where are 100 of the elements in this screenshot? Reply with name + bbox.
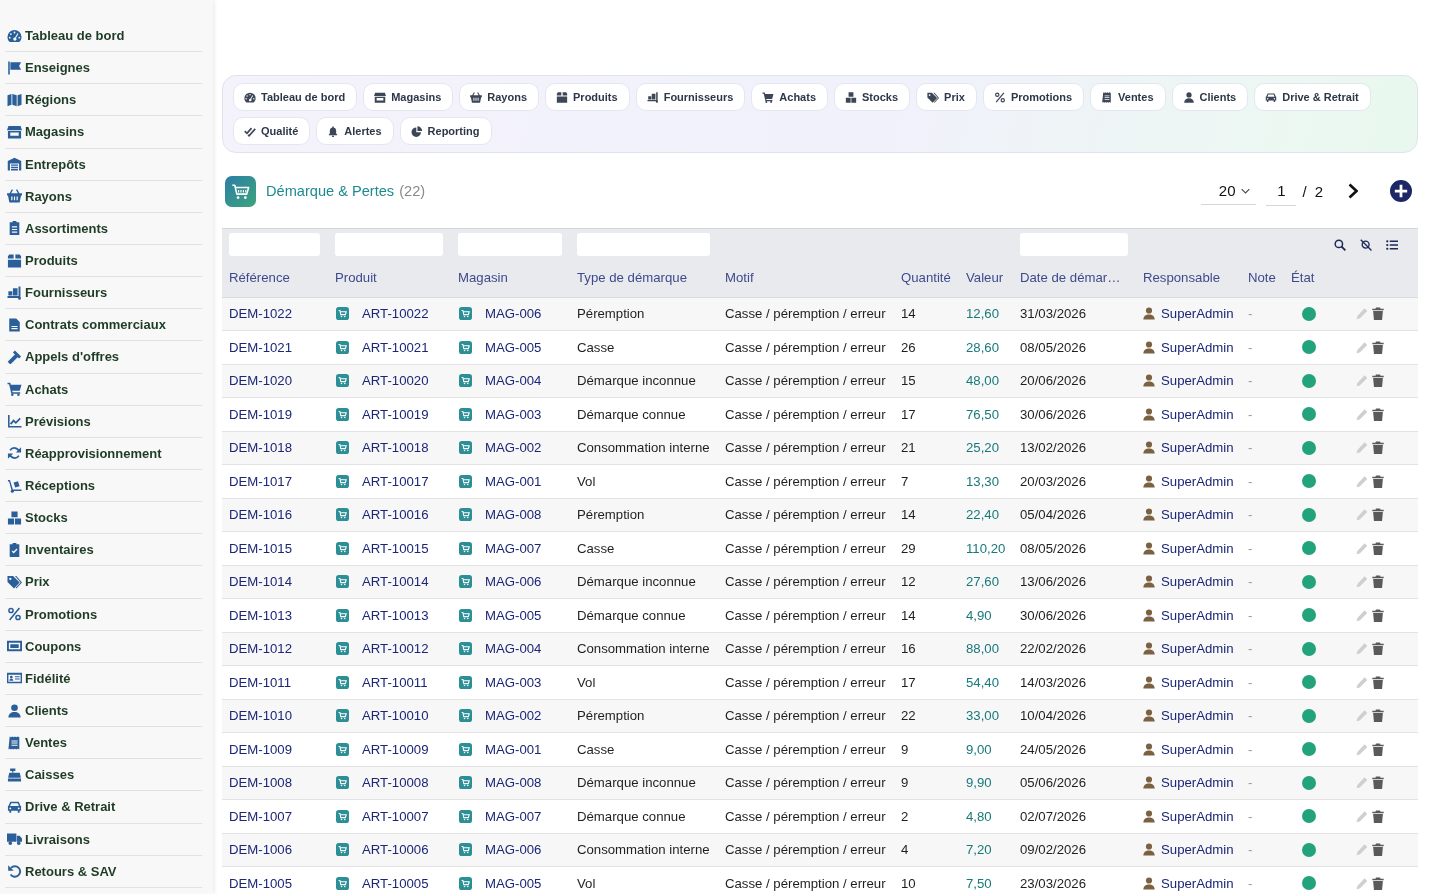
- sidebar-item[interactable]: Coupons: [5, 630, 202, 663]
- reference-link[interactable]: DEM-1020: [229, 373, 293, 389]
- user-link[interactable]: SuperAdmin: [1161, 473, 1234, 489]
- page-field[interactable]: 1: [1266, 176, 1297, 206]
- user-link[interactable]: SuperAdmin: [1161, 641, 1234, 657]
- delete-button[interactable]: [1372, 642, 1384, 656]
- user-link[interactable]: SuperAdmin: [1161, 741, 1234, 757]
- sidebar-item[interactable]: Rayons: [5, 180, 202, 213]
- delete-button[interactable]: [1372, 675, 1384, 689]
- product-link[interactable]: ART-10017: [362, 473, 429, 489]
- sidebar-item[interactable]: Fidélité: [5, 662, 202, 695]
- user-link[interactable]: SuperAdmin: [1161, 574, 1234, 590]
- nav-tab[interactable]: Promotions: [982, 83, 1085, 111]
- delete-button[interactable]: [1372, 742, 1384, 756]
- delete-button[interactable]: [1372, 876, 1384, 890]
- delete-button[interactable]: [1372, 541, 1384, 555]
- delete-button[interactable]: [1372, 776, 1384, 790]
- sidebar-item[interactable]: Entrepôts: [5, 148, 202, 181]
- sidebar-item[interactable]: Prévisions: [5, 405, 202, 438]
- sidebar-item[interactable]: Tableau de bord: [5, 20, 202, 53]
- delete-button[interactable]: [1372, 608, 1384, 622]
- nav-tab[interactable]: Qualité: [233, 117, 311, 145]
- reference-link[interactable]: DEM-1016: [229, 507, 293, 523]
- sidebar-item[interactable]: Inventaires: [5, 534, 202, 567]
- nav-tab[interactable]: Fournisseurs: [635, 83, 746, 111]
- store-link[interactable]: MAG-008: [485, 507, 542, 523]
- sidebar-item[interactable]: Régions: [5, 84, 202, 117]
- user-link[interactable]: SuperAdmin: [1161, 875, 1234, 891]
- product-link[interactable]: ART-10020: [362, 373, 429, 389]
- store-link[interactable]: MAG-006: [485, 842, 542, 858]
- store-link[interactable]: MAG-003: [485, 674, 542, 690]
- product-link[interactable]: ART-10010: [362, 708, 429, 724]
- sidebar-item[interactable]: Clients: [5, 694, 202, 728]
- sidebar-item[interactable]: Achats: [5, 373, 202, 406]
- sidebar-item[interactable]: Prix: [5, 566, 202, 599]
- store-link[interactable]: MAG-005: [485, 339, 542, 355]
- delete-button[interactable]: [1372, 843, 1384, 857]
- sidebar-item[interactable]: Retours & SAV: [5, 855, 202, 888]
- product-link[interactable]: ART-10018: [362, 440, 429, 456]
- product-link[interactable]: ART-10013: [362, 607, 429, 623]
- sidebar-item[interactable]: Réapprovisionnement: [5, 437, 202, 470]
- user-link[interactable]: SuperAdmin: [1161, 842, 1234, 858]
- store-link[interactable]: MAG-001: [485, 473, 542, 489]
- sidebar-item[interactable]: Enseignes: [5, 52, 202, 85]
- reference-link[interactable]: DEM-1017: [229, 473, 293, 489]
- reference-link[interactable]: DEM-1008: [229, 775, 293, 791]
- clear-search-button[interactable]: [1360, 238, 1372, 251]
- sidebar-item[interactable]: Réceptions: [5, 469, 202, 503]
- nav-tab[interactable]: Drive & Retrait: [1254, 83, 1371, 111]
- store-link[interactable]: MAG-007: [485, 808, 542, 824]
- reference-link[interactable]: DEM-1021: [229, 339, 293, 355]
- next-page-button[interactable]: [1348, 183, 1358, 199]
- product-link[interactable]: ART-10007: [362, 808, 429, 824]
- delete-button[interactable]: [1372, 307, 1384, 321]
- page-size-select[interactable]: 20: [1201, 177, 1257, 205]
- delete-button[interactable]: [1372, 809, 1384, 823]
- user-link[interactable]: SuperAdmin: [1161, 674, 1234, 690]
- reference-link[interactable]: DEM-1012: [229, 641, 293, 657]
- nav-tab[interactable]: Produits: [545, 83, 630, 111]
- nav-tab[interactable]: Tableau de bord: [233, 83, 358, 111]
- store-link[interactable]: MAG-005: [485, 875, 542, 891]
- product-link[interactable]: ART-10008: [362, 775, 429, 791]
- delete-button[interactable]: [1372, 575, 1384, 589]
- sidebar-item[interactable]: Fournisseurs: [5, 277, 202, 310]
- store-link[interactable]: MAG-008: [485, 775, 542, 791]
- product-link[interactable]: ART-10021: [362, 339, 429, 355]
- reference-link[interactable]: DEM-1005: [229, 875, 293, 891]
- delete-button[interactable]: [1372, 407, 1384, 421]
- store-link[interactable]: MAG-004: [485, 641, 542, 657]
- store-link[interactable]: MAG-002: [485, 708, 542, 724]
- nav-tab[interactable]: Clients: [1171, 83, 1249, 111]
- product-link[interactable]: ART-10006: [362, 842, 429, 858]
- reference-link[interactable]: DEM-1013: [229, 607, 293, 623]
- product-link[interactable]: ART-10015: [362, 540, 429, 556]
- nav-tab[interactable]: Magasins: [363, 83, 454, 111]
- reference-link[interactable]: DEM-1009: [229, 741, 293, 757]
- user-link[interactable]: SuperAdmin: [1161, 306, 1234, 322]
- product-link[interactable]: ART-10014: [362, 574, 429, 590]
- sidebar-item[interactable]: Ventes: [5, 727, 202, 760]
- product-link[interactable]: ART-10016: [362, 507, 429, 523]
- delete-button[interactable]: [1372, 474, 1384, 488]
- reference-link[interactable]: DEM-1006: [229, 842, 293, 858]
- nav-tab[interactable]: Reporting: [399, 117, 492, 145]
- store-link[interactable]: MAG-001: [485, 741, 542, 757]
- sidebar-item[interactable]: Caisses: [5, 759, 202, 792]
- delete-button[interactable]: [1372, 709, 1384, 723]
- user-link[interactable]: SuperAdmin: [1161, 440, 1234, 456]
- sidebar-item[interactable]: Magasins: [5, 116, 202, 149]
- reference-link[interactable]: DEM-1018: [229, 440, 293, 456]
- sidebar-item[interactable]: Promotions: [5, 598, 202, 631]
- reference-link[interactable]: DEM-1010: [229, 708, 293, 724]
- store-link[interactable]: MAG-006: [485, 574, 542, 590]
- sidebar-item[interactable]: Livraisons: [5, 823, 202, 856]
- reference-link[interactable]: DEM-1019: [229, 406, 293, 422]
- reference-link[interactable]: DEM-1022: [229, 306, 293, 322]
- search-button[interactable]: [1334, 238, 1346, 251]
- user-link[interactable]: SuperAdmin: [1161, 540, 1234, 556]
- nav-tab[interactable]: Ventes: [1090, 83, 1166, 111]
- sidebar-item[interactable]: Stocks: [5, 502, 202, 535]
- user-link[interactable]: SuperAdmin: [1161, 373, 1234, 389]
